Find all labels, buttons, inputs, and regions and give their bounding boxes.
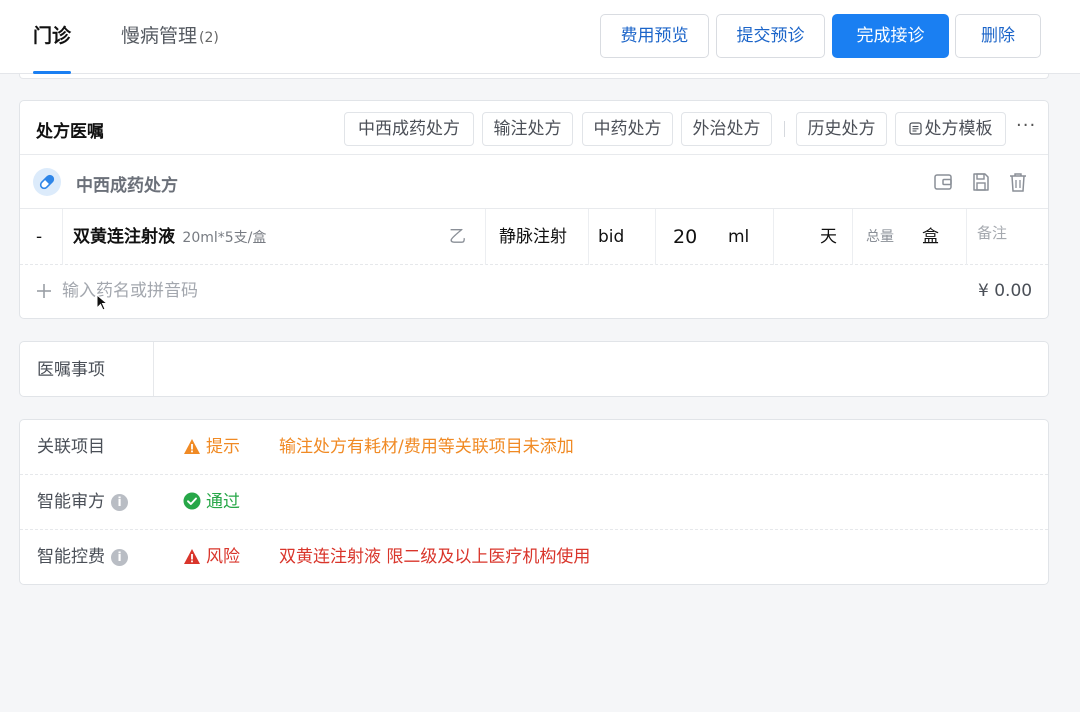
check-circle-icon xyxy=(183,492,201,510)
chip-history[interactable]: 历史处方 xyxy=(796,112,887,146)
days-input[interactable]: 天 xyxy=(820,209,837,265)
dose-unit[interactable]: ml xyxy=(728,209,749,265)
remark-input[interactable]: 备注 xyxy=(977,205,1007,261)
tab-outpatient[interactable]: 门诊 xyxy=(33,22,72,74)
frequency-select[interactable]: bid xyxy=(598,209,624,265)
check-row-related-items: 关联项目 提示 输注处方有耗材/费用等关联项目未添加 xyxy=(20,420,1048,475)
status-badge: 提示 xyxy=(183,420,240,475)
medicine-name-cell[interactable]: 双黄连注射液 20ml*5支/盒 xyxy=(73,209,266,265)
medicine-search-input[interactable]: 输入药名或拼音码 xyxy=(62,265,198,318)
more-icon[interactable]: ··· xyxy=(1016,115,1036,136)
check-label-wrap: 智能审方 i xyxy=(37,475,128,530)
tab-chronic-count: (2) xyxy=(199,30,219,46)
check-row-smart-cost-control: 智能控费 i 风险 双黄连注射液 限二级及以上医疗机构使用 xyxy=(20,530,1048,585)
prescription-card: 处方医嘱 中西成药处方 输注处方 中药处方 外治处方 历史处方 处方模板 ··· xyxy=(19,100,1049,319)
info-icon[interactable]: i xyxy=(111,549,128,566)
check-label-wrap: 智能控费 i xyxy=(37,530,128,585)
medicine-name: 双黄连注射液 xyxy=(73,227,175,247)
check-message: 输注处方有耗材/费用等关联项目未添加 xyxy=(279,437,574,457)
previous-section-edge xyxy=(19,74,1049,79)
chip-western-chinese-medicine[interactable]: 中西成药处方 xyxy=(344,112,474,146)
prescription-type-title: 中西成药处方 xyxy=(76,176,178,196)
info-icon[interactable]: i xyxy=(111,494,128,511)
route-select[interactable]: 静脉注射 xyxy=(499,209,567,265)
chip-template-label: 处方模板 xyxy=(924,119,993,139)
total-price: ¥ 0.00 xyxy=(978,281,1033,301)
top-bar: 门诊 慢病管理 (2) 费用预览 提交预诊 完成接诊 删除 xyxy=(0,0,1080,74)
status-badge: 通过 xyxy=(183,475,240,530)
fee-preview-button[interactable]: 费用预览 xyxy=(600,14,709,58)
plus-icon[interactable] xyxy=(36,283,52,299)
prescription-subheader: 中西成药处方 xyxy=(20,155,1048,209)
mouse-cursor-icon xyxy=(96,294,108,311)
row-index: - xyxy=(36,227,43,247)
status-text: 提示 xyxy=(206,437,240,457)
add-medicine-row: 输入药名或拼音码 ¥ 0.00 xyxy=(20,265,1048,318)
check-label: 关联项目 xyxy=(37,437,105,457)
checks-card: 关联项目 提示 输注处方有耗材/费用等关联项目未添加 智能审方 i 通过 智能控费… xyxy=(19,419,1049,585)
tab-chronic-label: 慢病管理 xyxy=(121,25,198,47)
chip-herbal[interactable]: 中药处方 xyxy=(582,112,673,146)
template-icon xyxy=(908,122,922,135)
total-unit[interactable]: 盒 xyxy=(922,209,939,265)
insurance-class: 乙 xyxy=(449,227,466,247)
medical-notes-input[interactable] xyxy=(154,342,1048,396)
pill-icon xyxy=(33,168,61,196)
tab-outpatient-label: 门诊 xyxy=(33,25,72,47)
check-row-smart-review: 智能审方 i 通过 xyxy=(20,475,1048,530)
trash-icon[interactable] xyxy=(1007,171,1029,193)
prescription-title: 处方医嘱 xyxy=(36,122,104,142)
wallet-icon[interactable] xyxy=(932,171,954,193)
check-message: 双黄连注射液 限二级及以上医疗机构使用 xyxy=(279,547,591,567)
chip-template[interactable]: 处方模板 xyxy=(895,112,1006,146)
medical-notes-card: 医嘱事项 xyxy=(19,341,1049,397)
status-text: 通过 xyxy=(206,492,240,512)
medical-notes-label: 医嘱事项 xyxy=(37,360,105,380)
chip-divider xyxy=(784,121,785,137)
complete-visit-button[interactable]: 完成接诊 xyxy=(832,14,949,58)
warning-icon xyxy=(184,439,200,454)
tab-chronic-management[interactable]: 慢病管理 (2) xyxy=(121,22,219,52)
total-label: 总量 xyxy=(866,229,894,245)
check-label: 智能控费 xyxy=(37,547,105,567)
dose-input[interactable]: 20 xyxy=(673,209,697,265)
status-text: 风险 xyxy=(206,547,240,567)
prescription-header: 处方医嘱 中西成药处方 输注处方 中药处方 外治处方 历史处方 处方模板 ··· xyxy=(20,101,1048,155)
save-icon[interactable] xyxy=(970,171,992,193)
medicine-row: - 双黄连注射液 20ml*5支/盒 乙 静脉注射 bid 20 ml 天 总量… xyxy=(20,209,1048,265)
chip-external[interactable]: 外治处方 xyxy=(681,112,772,146)
warning-icon xyxy=(184,549,200,564)
check-label: 智能审方 xyxy=(37,492,105,512)
delete-button[interactable]: 删除 xyxy=(955,14,1041,58)
medicine-spec: 20ml*5支/盒 xyxy=(182,230,267,246)
chip-infusion[interactable]: 输注处方 xyxy=(482,112,573,146)
status-badge: 风险 xyxy=(183,530,240,585)
submit-prediagnosis-button[interactable]: 提交预诊 xyxy=(716,14,825,58)
